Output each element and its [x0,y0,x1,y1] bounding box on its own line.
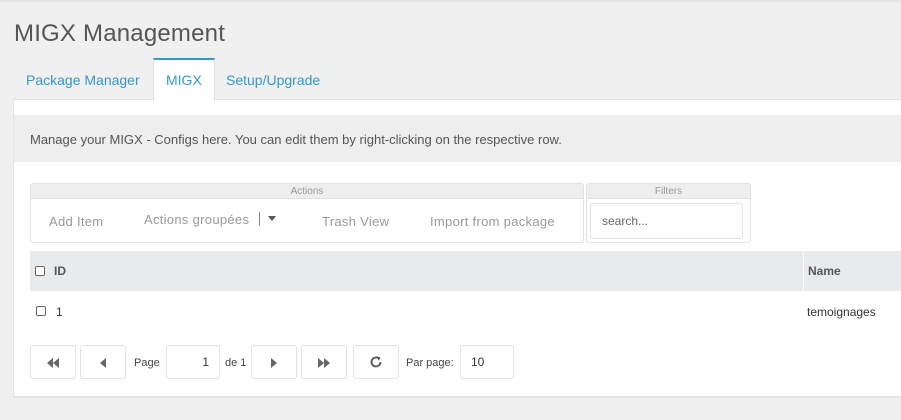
tab-bar: Package Manager MIGX Setup/Upgrade [14,58,901,101]
refresh-button[interactable] [353,345,399,379]
first-page-button[interactable] [30,345,76,379]
next-page-icon [271,357,277,368]
bottom-border [13,397,901,398]
select-all-checkbox[interactable] [35,266,45,276]
refresh-icon [370,356,382,368]
per-page-input[interactable] [460,345,514,379]
page-title: MIGX Management [14,20,226,47]
bulk-actions-label: Actions groupées [144,212,250,227]
add-item-button[interactable]: Add Item [49,214,103,229]
first-page-icon [47,355,59,369]
description-text: Manage your MIGX - Configs here. You can… [30,132,562,147]
main-panel: Manage your MIGX - Configs here. You can… [13,99,901,397]
actions-header: Actions [31,184,583,199]
last-page-button[interactable] [301,345,347,379]
previous-page-icon [100,357,106,368]
dropdown-separator [259,211,261,226]
column-header-name[interactable]: Name [803,251,901,291]
filters-header: Filters [587,184,750,199]
page-label: Page [134,357,160,369]
last-page-icon [318,355,330,369]
cell-id: 1 [56,305,63,319]
filters-toolbar: Filters [586,183,751,243]
chevron-down-icon [268,216,277,222]
tab-migx[interactable]: MIGX [153,58,215,101]
column-header-id[interactable]: ID [54,264,66,278]
trash-view-button[interactable]: Trash View [322,214,389,229]
bulk-actions-dropdown[interactable]: Actions groupées [144,211,277,228]
grid-header: ID Name [30,251,901,291]
row-checkbox[interactable] [36,306,46,316]
tab-setup-upgrade[interactable]: Setup/Upgrade [214,58,332,100]
description-bar: Manage your MIGX - Configs here. You can… [14,115,901,162]
search-input[interactable] [590,203,743,239]
import-from-package-button[interactable]: Import from package [430,214,555,229]
top-border [0,0,901,2]
page-number-input[interactable] [166,345,220,379]
actions-toolbar: Actions Add Item Actions groupées Trash … [30,183,584,243]
table-row[interactable]: 1 temoignages [30,291,901,331]
per-page-label: Par page: [406,357,454,369]
tab-package-manager[interactable]: Package Manager [14,58,152,100]
previous-page-button[interactable] [80,345,126,379]
cell-name: temoignages [807,305,876,319]
next-page-button[interactable] [251,345,297,379]
page-count-label: de 1 [225,357,247,369]
